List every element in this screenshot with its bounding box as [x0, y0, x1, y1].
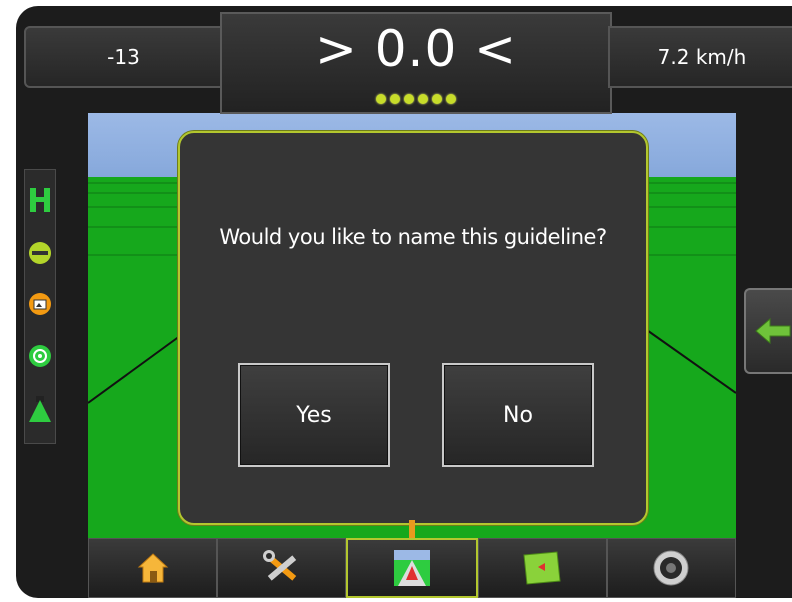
- lightbar-dot: [432, 94, 442, 104]
- camera-icon[interactable]: [27, 291, 53, 321]
- steering-wheel-icon[interactable]: [27, 343, 53, 373]
- lightbar-dot: [376, 94, 386, 104]
- boom-indicator: [409, 520, 415, 538]
- vehicle-view-icon[interactable]: [27, 394, 53, 428]
- lightbar-dot: [390, 94, 400, 104]
- lightbar-dot: [418, 94, 428, 104]
- lightbar-dot: [404, 94, 414, 104]
- cross-track-left-readout: -13: [24, 26, 223, 88]
- field-map-icon: [523, 551, 561, 585]
- display-screen: -13 > 0.0 < 7.2 km/h Would you like to n…: [16, 6, 792, 598]
- tab-field-map[interactable]: [477, 538, 607, 598]
- speed-readout: 7.2 km/h: [608, 26, 792, 88]
- name-guideline-dialog: Would you like to name this guideline? Y…: [178, 131, 648, 525]
- back-arrow-icon: [755, 317, 791, 345]
- expand-side-panel-button[interactable]: [744, 288, 792, 374]
- guidance-view-icon: [394, 550, 430, 586]
- left-toolbar: [24, 169, 56, 444]
- tools-icon: [262, 550, 296, 581]
- dialog-question: Would you like to name this guideline?: [219, 225, 607, 249]
- home-icon: [137, 553, 168, 583]
- straight-ab-line-icon[interactable]: [27, 240, 53, 270]
- cross-track-error: > 0.0 <: [314, 20, 518, 78]
- bottom-tab-bar: [88, 538, 737, 598]
- cross-track-panel: > 0.0 <: [220, 12, 612, 114]
- guidance-mode-icon[interactable]: [27, 185, 53, 219]
- lightbar: [222, 94, 610, 104]
- no-button-label: No: [503, 402, 533, 428]
- speed-text: 7.2 km/h: [657, 45, 747, 69]
- no-button[interactable]: No: [442, 363, 594, 467]
- yes-button-label: Yes: [296, 402, 332, 428]
- tab-tools[interactable]: [217, 538, 347, 598]
- tab-guidance[interactable]: [346, 538, 478, 598]
- tab-camera[interactable]: [606, 538, 737, 598]
- left-value-text: -13: [107, 45, 140, 69]
- tab-home[interactable]: [88, 538, 218, 598]
- yes-button[interactable]: Yes: [238, 363, 390, 467]
- lightbar-dot: [446, 94, 456, 104]
- camera-lens-icon: [653, 550, 689, 586]
